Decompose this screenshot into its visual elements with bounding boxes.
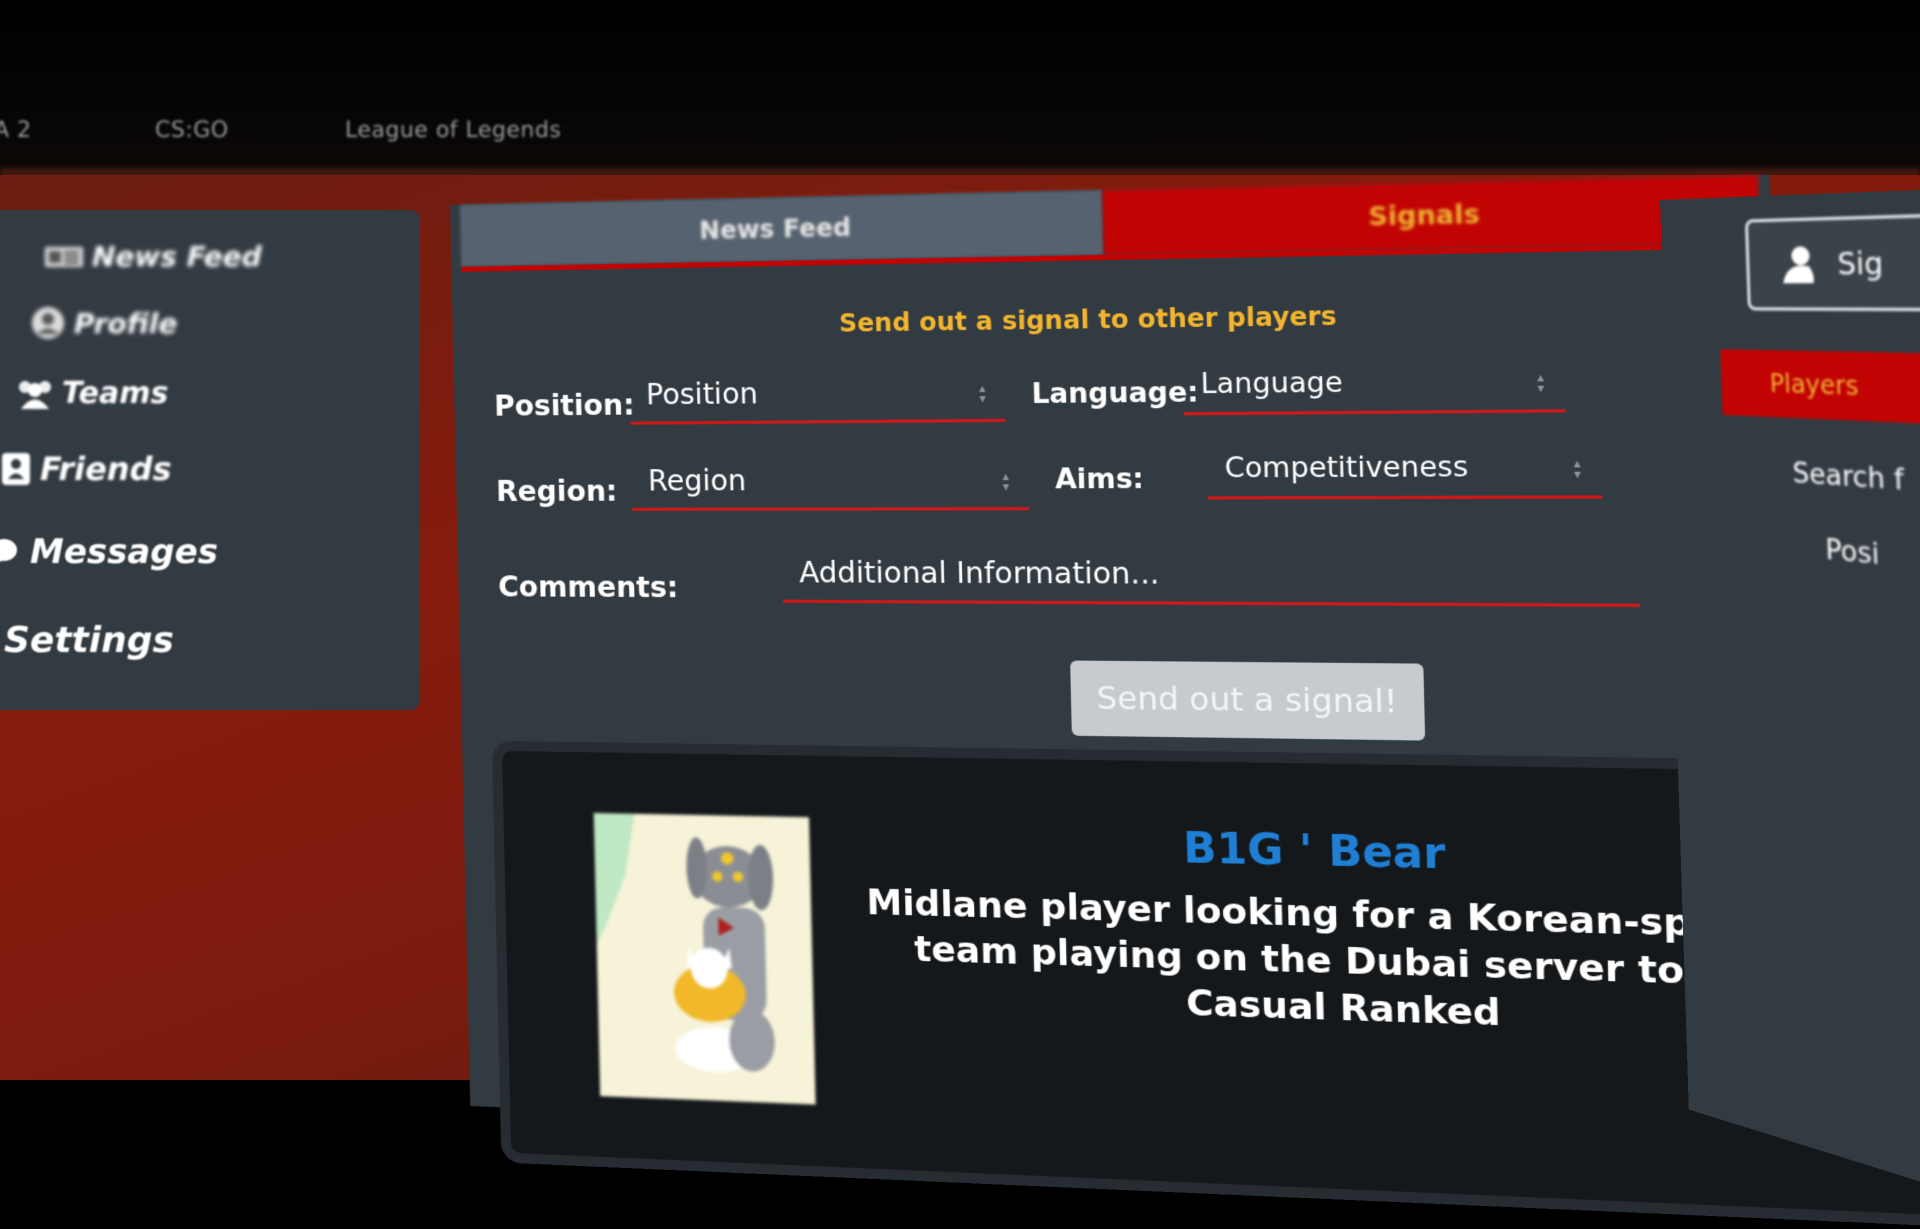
- position-filter[interactable]: Posi: [1825, 534, 1880, 571]
- chat-icon: [0, 539, 17, 562]
- send-signal-button[interactable]: Send out a signal!: [1070, 660, 1426, 741]
- top-navigation-bar: A 2 CS:GO League of Legends: [0, 0, 1920, 175]
- sidebar-item-label: Friends: [40, 450, 172, 488]
- sign-in-button-label: Sig: [1836, 245, 1884, 282]
- team-icon: [19, 380, 51, 409]
- select-arrows-icon: ▴ ▾: [978, 380, 986, 406]
- sidebar-item-label: Messages: [30, 532, 218, 572]
- newspaper-icon: [45, 246, 83, 267]
- main-panel: News Feed Signals Send out a signal to o…: [450, 174, 1920, 1216]
- avatar-illustration: [593, 812, 816, 1105]
- player-name-link[interactable]: B1G ' Bear: [1183, 825, 1447, 879]
- player-avatar[interactable]: [593, 812, 816, 1105]
- game-tab-dota2[interactable]: A 2: [0, 118, 32, 143]
- sidebar-item-settings[interactable]: Settings: [4, 620, 174, 661]
- sidebar-item-profile[interactable]: Profile: [30, 305, 177, 341]
- sidebar-item-label: Profile: [74, 306, 178, 340]
- language-select-value: Language: [1200, 366, 1344, 400]
- comments-label: Comments:: [497, 570, 679, 605]
- select-arrows-icon: ▴ ▾: [1573, 455, 1582, 482]
- language-label: Language:: [1031, 377, 1199, 411]
- sidebar-item-label: News Feed: [92, 240, 262, 273]
- position-select[interactable]: Position ▴ ▾: [629, 363, 1006, 425]
- aims-select-value: Competitiveness: [1224, 451, 1469, 485]
- tab-players[interactable]: Players: [1720, 349, 1920, 429]
- region-label: Region:: [495, 474, 618, 509]
- sidebar-item-label: Teams: [62, 376, 169, 411]
- signal-form-title: Send out a signal to other players: [838, 301, 1337, 338]
- sidebar-item-news-feed[interactable]: News Feed: [44, 240, 262, 273]
- language-select[interactable]: Language ▴ ▾: [1182, 352, 1566, 416]
- player-search-input[interactable]: Search f: [1792, 458, 1904, 497]
- sidebar-item-friends[interactable]: Friends: [0, 450, 172, 488]
- tab-news-feed[interactable]: News Feed: [459, 190, 1104, 267]
- select-arrows-icon: ▴ ▾: [1002, 468, 1010, 494]
- right-panel: Sig Players Search f Posi: [1660, 185, 1920, 1229]
- sidebar-item-teams[interactable]: Teams: [16, 376, 168, 411]
- game-tab-league-of-legends[interactable]: League of Legends: [345, 118, 561, 143]
- contact-icon: [2, 453, 30, 485]
- region-select[interactable]: Region ▴ ▾: [631, 451, 1029, 511]
- user-icon: [32, 307, 64, 339]
- sidebar-item-messages[interactable]: Messages: [0, 532, 218, 572]
- sign-in-button[interactable]: Sig: [1744, 211, 1920, 312]
- game-tab-csgo[interactable]: CS:GO: [155, 118, 229, 143]
- comments-placeholder: Additional Information...: [798, 555, 1160, 591]
- select-arrows-icon: ▴ ▾: [1536, 369, 1545, 396]
- aims-select[interactable]: Competitiveness ▴ ▾: [1206, 438, 1603, 500]
- aims-label: Aims:: [1054, 463, 1145, 496]
- position-select-value: Position: [645, 376, 759, 412]
- user-silhouette-icon: [1782, 246, 1815, 284]
- sidebar-item-label: Settings: [4, 620, 174, 661]
- region-select-value: Region: [647, 463, 747, 498]
- comments-input[interactable]: Additional Information...: [782, 545, 1640, 607]
- position-label: Position:: [493, 388, 635, 423]
